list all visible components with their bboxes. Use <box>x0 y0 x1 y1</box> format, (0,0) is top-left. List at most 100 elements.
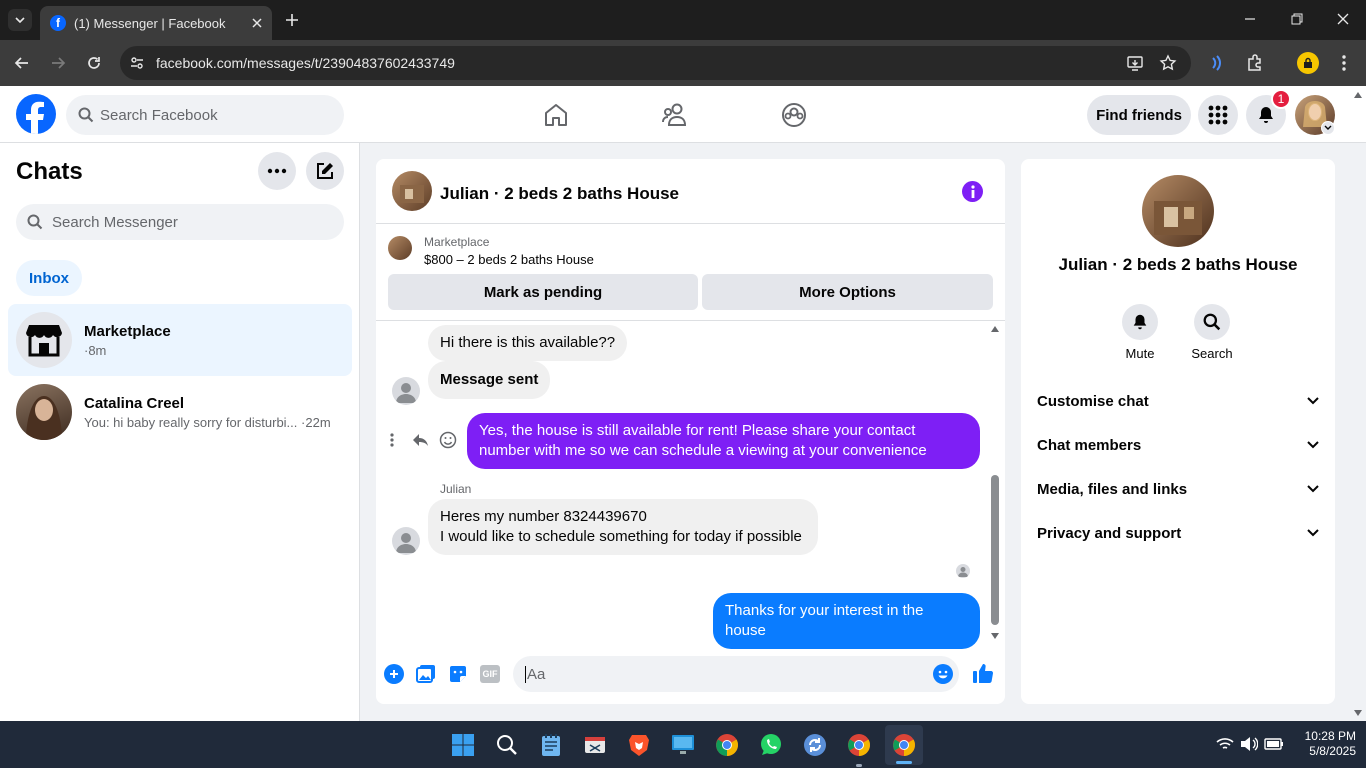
wifi-icon[interactable] <box>1216 737 1234 751</box>
taskbar-brave[interactable] <box>623 729 655 761</box>
taskbar-chrome-active[interactable] <box>885 725 923 765</box>
window-close-button[interactable] <box>1336 12 1350 26</box>
taskbar-whatsapp[interactable] <box>755 729 787 761</box>
more-options-button[interactable]: More Options <box>702 274 993 310</box>
chat-item-catalina-creel[interactable]: Catalina Creel You: hi baby really sorry… <box>8 376 352 448</box>
reply-icon[interactable] <box>411 431 429 449</box>
snipping-tool-icon <box>585 737 605 753</box>
conversation-title[interactable]: Julian · 2 beds 2 baths House <box>440 184 679 204</box>
message-scrollbar[interactable] <box>990 325 1000 641</box>
taskbar-snipping-tool[interactable] <box>579 729 611 761</box>
react-emoji-icon[interactable] <box>439 431 457 449</box>
maximize-button[interactable] <box>1290 12 1304 26</box>
taskbar-chrome[interactable] <box>711 729 743 761</box>
site-settings-icon[interactable] <box>129 55 145 71</box>
conversation-details-panel: Julian · 2 beds 2 baths House Mute Searc… <box>1021 159 1335 704</box>
mute-action[interactable]: Mute <box>1120 304 1160 361</box>
nav-gaming[interactable] <box>781 102 807 128</box>
browser-tab[interactable]: f (1) Messenger | Facebook <box>40 6 272 40</box>
header-divider <box>376 223 1005 224</box>
like-thumbs-up-icon[interactable] <box>972 662 994 684</box>
volume-icon[interactable] <box>1240 736 1258 752</box>
sticker-icon[interactable] <box>448 664 468 684</box>
extensions-menu-button[interactable] <box>1245 53 1265 73</box>
extension-button[interactable] <box>1208 53 1228 73</box>
back-button[interactable] <box>13 54 31 72</box>
mark-as-pending-button[interactable]: Mark as pending <box>388 274 698 310</box>
shop-icon <box>26 325 62 357</box>
taskbar-chrome-profile-2[interactable] <box>843 729 875 767</box>
close-icon[interactable] <box>252 18 262 28</box>
scroll-down-icon[interactable] <box>990 632 1000 640</box>
section-label: Privacy and support <box>1037 524 1182 542</box>
taskbar-remote-desktop[interactable] <box>667 729 699 761</box>
forward-button[interactable] <box>49 54 67 72</box>
scrollbar-thumb[interactable] <box>991 475 999 625</box>
nav-home[interactable] <box>543 102 569 128</box>
find-friends-button[interactable]: Find friends <box>1087 95 1191 135</box>
attach-photo-icon[interactable] <box>416 664 436 684</box>
new-tab-button[interactable] <box>282 10 302 30</box>
privacy-support-section[interactable]: Privacy and support <box>1037 511 1319 555</box>
url-text: facebook.com/messages/t/2390483760243374… <box>156 55 455 71</box>
conversation-avatar[interactable] <box>392 171 432 211</box>
message-more-icon[interactable] <box>388 432 396 448</box>
browser-menu-button[interactable] <box>1336 53 1352 73</box>
menu-button[interactable] <box>1198 95 1238 135</box>
install-app-icon[interactable] <box>1126 54 1144 72</box>
taskbar-sync-app[interactable] <box>799 729 831 761</box>
search-icon <box>27 214 43 230</box>
start-button[interactable] <box>447 729 479 761</box>
page-scroll-up-icon[interactable] <box>1353 91 1363 99</box>
emoji-button[interactable] <box>933 664 953 684</box>
facebook-search-input[interactable]: Search Facebook <box>66 95 344 135</box>
scroll-up-icon[interactable] <box>990 325 1000 333</box>
new-message-button[interactable] <box>306 152 344 190</box>
facebook-logo-icon[interactable] <box>16 94 56 134</box>
chat-item-marketplace[interactable]: Marketplace ·8m <box>8 304 352 376</box>
incoming-message[interactable]: Hi there is this available?? <box>428 325 628 361</box>
customise-chat-section[interactable]: Customise chat <box>1037 379 1319 423</box>
messenger-search-input[interactable]: Search Messenger <box>16 204 344 240</box>
conversation-info-button[interactable] <box>962 181 983 202</box>
inbox-filter-tab[interactable]: Inbox <box>16 260 82 296</box>
gif-icon[interactable]: GIF <box>480 665 500 683</box>
outgoing-message[interactable]: Yes, the house is still available for re… <box>467 413 980 469</box>
profile-button[interactable] <box>1297 52 1319 74</box>
media-files-links-section[interactable]: Media, files and links <box>1037 467 1319 511</box>
message-composer-input[interactable]: Aa <box>513 656 959 692</box>
taskbar-notepad[interactable] <box>535 729 567 761</box>
search-icon <box>78 107 94 123</box>
more-actions-button[interactable] <box>384 664 404 684</box>
system-clock[interactable]: 10:28 PM 5/8/2025 <box>1290 729 1356 759</box>
home-icon <box>545 104 567 126</box>
taskbar-search-button[interactable] <box>491 729 523 761</box>
nav-friends[interactable] <box>662 102 690 128</box>
search-in-conversation-button[interactable] <box>1194 304 1230 340</box>
incoming-message[interactable]: Message sent <box>428 361 551 399</box>
search-action[interactable]: Search <box>1191 304 1233 361</box>
listing-title[interactable]: $800 – 2 beds 2 baths House <box>424 252 594 267</box>
mute-button[interactable] <box>1122 304 1158 340</box>
bookmark-star-icon[interactable] <box>1159 54 1177 72</box>
smiley-icon <box>938 670 948 679</box>
chats-options-button[interactable] <box>258 152 296 190</box>
browser-tab-bar: f (1) Messenger | Facebook <box>0 0 1366 40</box>
chevron-down-icon <box>1324 125 1332 130</box>
reload-button[interactable] <box>85 54 103 72</box>
chevron-down-icon <box>1307 397 1319 405</box>
account-menu-chevron[interactable] <box>1321 121 1335 135</box>
details-avatar[interactable] <box>1142 175 1214 247</box>
tab-search-button[interactable] <box>8 9 32 31</box>
address-bar[interactable]: facebook.com/messages/t/2390483760243374… <box>120 46 1191 80</box>
page-scroll-down-icon[interactable] <box>1353 709 1363 717</box>
chat-members-section[interactable]: Chat members <box>1037 423 1319 467</box>
battery-icon[interactable] <box>1264 737 1284 751</box>
incoming-message[interactable]: Heres my number 8324439670 I would like … <box>428 499 818 555</box>
brave-browser-icon <box>629 735 649 756</box>
minimize-button[interactable] <box>1243 12 1257 26</box>
listing-thumbnail[interactable] <box>388 236 412 260</box>
search-label: Search <box>1191 346 1233 361</box>
outgoing-message[interactable]: Thanks for your interest in the house <box>713 593 980 649</box>
kebab-menu-icon <box>1342 55 1346 71</box>
